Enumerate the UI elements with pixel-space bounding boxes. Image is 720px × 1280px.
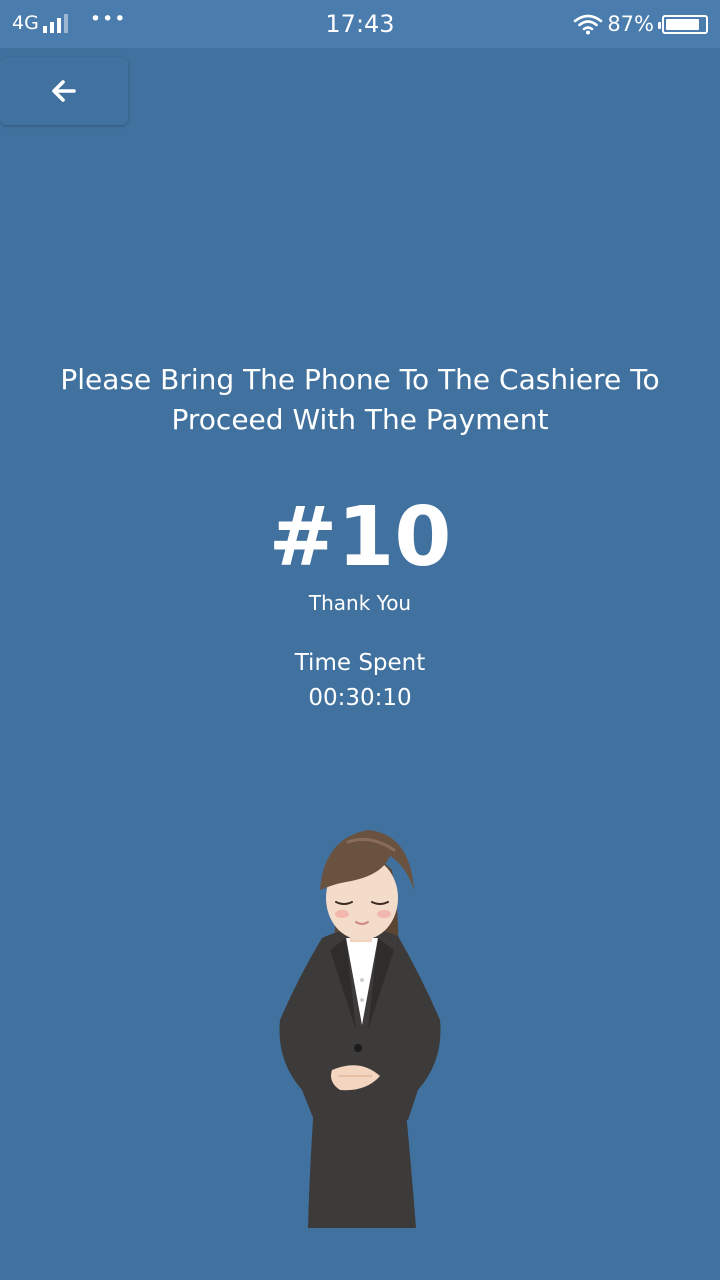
time-spent-label: Time Spent [294,650,426,676]
battery-level [666,18,700,30]
thank-you-text: Thank You [308,591,412,615]
back-button[interactable] [0,57,128,125]
battery-percent: 87% [607,12,654,36]
queue-number: #10 [268,490,452,585]
bowing-woman-illustration [279,830,441,1228]
time-spent-value: 00:30:10 [308,685,412,711]
battery-icon [658,14,708,34]
arrow-left-icon [52,80,76,102]
status-bar: 4G ••• 17:43 87% [0,0,720,48]
payment-instruction: Please Bring The Phone To The Cashiere T… [60,363,660,436]
status-right: 87% [573,12,708,36]
wifi-icon [574,14,603,35]
